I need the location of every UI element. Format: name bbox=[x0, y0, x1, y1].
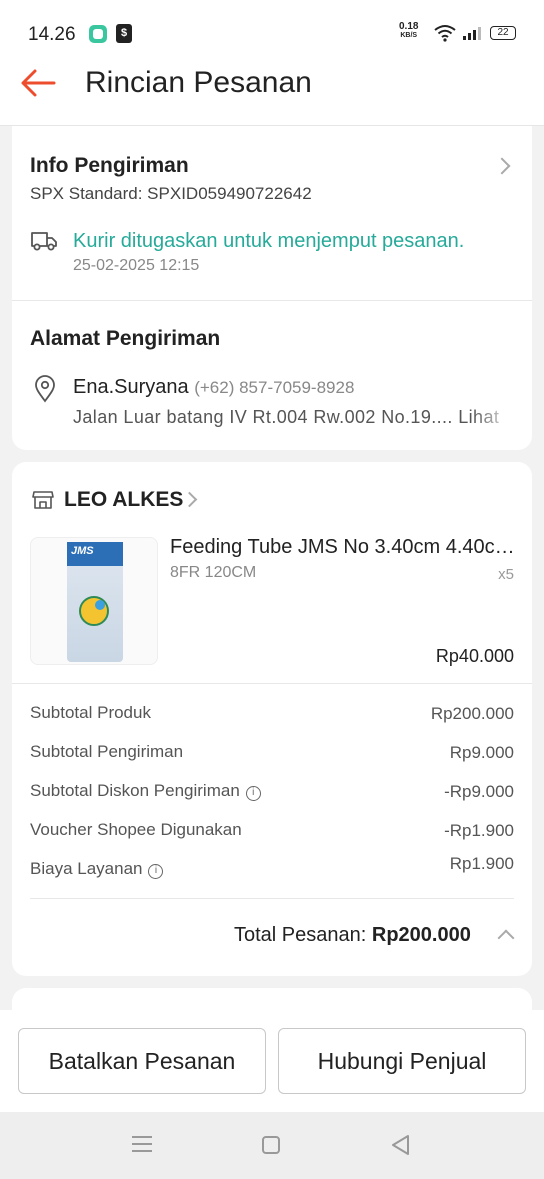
product-name: Feeding Tube JMS No 3.40cm 4.40cm 5.40cm bbox=[170, 536, 522, 558]
notification-app-icon bbox=[89, 25, 107, 43]
network-speed: 0.18 KB/S bbox=[399, 22, 418, 40]
shipping-datetime: 25-02-2025 12:15 bbox=[73, 257, 200, 274]
shipping-service: SPX Standard: SPXID059490722642 bbox=[30, 184, 312, 203]
product-brand: JMS bbox=[71, 545, 94, 557]
summary-label: Subtotal Diskon Pengiriman bbox=[30, 781, 240, 800]
battery-icon: 22 bbox=[490, 26, 516, 40]
product-logo bbox=[79, 596, 109, 626]
divider bbox=[12, 683, 532, 684]
summary-label: Subtotal Pengiriman bbox=[30, 742, 184, 761]
divider bbox=[12, 300, 532, 301]
nav-back-icon[interactable] bbox=[390, 1134, 412, 1156]
status-bar: 14.26 $ 0.18 KB/S 22 bbox=[0, 0, 544, 60]
summary-row-shipping-discount: Subtotal Diskon Pengiriman i bbox=[30, 781, 261, 801]
shopping-bag-icon: $ bbox=[116, 24, 132, 43]
summary-label: Subtotal Produk bbox=[30, 703, 151, 722]
shop-name: LEO ALKES bbox=[64, 488, 184, 511]
status-time: 14.26 bbox=[28, 24, 76, 45]
chevron-up-icon[interactable] bbox=[497, 929, 515, 947]
product-price: Rp40.000 bbox=[435, 646, 514, 666]
summary-label: Biaya Layanan bbox=[30, 859, 143, 878]
recipient-name: Ena.Suryana bbox=[73, 376, 189, 398]
address-line[interactable]: Jalan Luar batang IV Rt.004 Rw.002 No.19… bbox=[73, 407, 513, 428]
info-icon[interactable]: i bbox=[148, 864, 164, 879]
shipping-card: Info Pengiriman SPX Standard: SPXID05949… bbox=[12, 126, 532, 450]
bottom-action-bar: Batalkan Pesanan Hubungi Penjual bbox=[0, 1010, 544, 1112]
store-icon bbox=[32, 491, 54, 509]
home-icon[interactable] bbox=[262, 1136, 280, 1154]
menu-icon[interactable] bbox=[132, 1136, 152, 1157]
product-package-band: JMS bbox=[67, 542, 123, 566]
app-bar: Rincian Pesanan bbox=[0, 60, 544, 126]
chevron-right-icon bbox=[181, 491, 198, 508]
system-nav-bar bbox=[0, 1112, 544, 1179]
signal-icon bbox=[463, 27, 481, 40]
network-speed-value: 0.18 bbox=[399, 21, 419, 32]
order-total[interactable]: Total Pesanan: Rp200.000 bbox=[234, 924, 471, 947]
wifi-icon bbox=[434, 25, 456, 42]
product-package: JMS bbox=[67, 542, 123, 662]
address-fade bbox=[472, 404, 516, 432]
address-title: Alamat Pengiriman bbox=[30, 327, 221, 350]
summary-label: Voucher Shopee Digunakan bbox=[30, 820, 242, 839]
truck-icon bbox=[31, 232, 57, 251]
divider bbox=[30, 898, 514, 899]
summary-value: -Rp9.000 bbox=[444, 782, 514, 801]
contact-seller-button[interactable]: Hubungi Penjual bbox=[278, 1028, 526, 1094]
shipping-status: Kurir ditugaskan untuk menjemput pesanan… bbox=[73, 230, 465, 252]
total-value: Rp200.000 bbox=[371, 924, 471, 946]
summary-row-service-fee: Biaya Layanan i bbox=[30, 859, 164, 879]
recipient-phone: (+62) 857-7059-8928 bbox=[194, 378, 355, 397]
page-title: Rincian Pesanan bbox=[85, 66, 312, 99]
recipient: Ena.Suryana (+62) 857-7059-8928 bbox=[73, 376, 354, 399]
info-icon[interactable]: i bbox=[245, 786, 261, 801]
summary-value: Rp9.000 bbox=[449, 743, 514, 762]
order-card: LEO ALKES JMS Feeding Tube JMS No 3.40cm… bbox=[12, 462, 532, 976]
product-quantity: x5 bbox=[498, 566, 514, 583]
back-arrow-icon[interactable] bbox=[18, 68, 58, 98]
location-pin-icon bbox=[35, 375, 55, 403]
cancel-order-button[interactable]: Batalkan Pesanan bbox=[18, 1028, 266, 1094]
product-variant: 8FR 120CM bbox=[170, 564, 257, 581]
network-speed-unit: KB/S bbox=[400, 32, 418, 39]
product-image: JMS bbox=[30, 537, 158, 665]
total-label: Total Pesanan: bbox=[234, 924, 367, 946]
summary-value: Rp200.000 bbox=[430, 704, 514, 723]
chevron-right-icon bbox=[493, 157, 511, 175]
shipping-info-title: Info Pengiriman bbox=[30, 154, 189, 177]
summary-value: Rp1.900 bbox=[449, 854, 514, 873]
summary-value: -Rp1.900 bbox=[444, 821, 514, 840]
